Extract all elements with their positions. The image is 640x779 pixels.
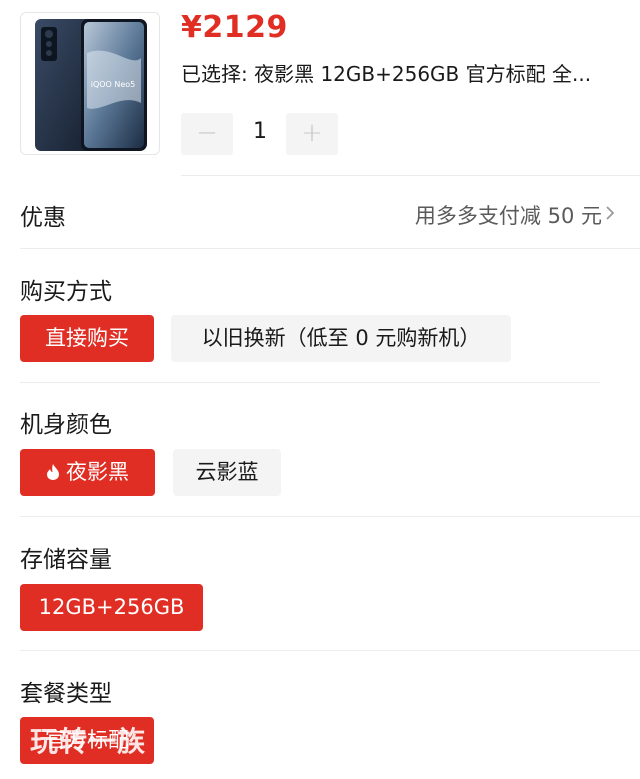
- phone-brand-text: iQOO Neo5: [91, 80, 136, 89]
- option-color-black-label: 夜影黑: [66, 460, 129, 484]
- package-title: 套餐类型: [20, 681, 112, 707]
- product-price: ¥2129: [181, 10, 288, 45]
- divider: [20, 516, 640, 517]
- flame-icon: [47, 464, 59, 480]
- chevron-right-icon: [606, 206, 615, 220]
- divider: [181, 175, 640, 176]
- storage-title: 存储容量: [20, 547, 112, 573]
- quantity-decrease-button[interactable]: −: [181, 113, 233, 155]
- purchase-method-title: 购买方式: [20, 279, 112, 305]
- option-color-blue[interactable]: 云影蓝: [173, 449, 281, 496]
- option-color-black[interactable]: 夜影黑: [20, 449, 155, 496]
- promo-label: 优惠: [20, 205, 66, 231]
- quantity-value[interactable]: 1: [245, 119, 275, 144]
- quantity-increase-button[interactable]: +: [286, 113, 338, 155]
- product-thumbnail[interactable]: iQOO Neo5: [20, 12, 160, 155]
- option-storage-12-256[interactable]: 12GB+256GB: [20, 584, 203, 631]
- promo-value: 用多多支付减 50 元: [414, 204, 602, 228]
- option-trade-in[interactable]: 以旧换新（低至 0 元购新机）: [171, 315, 511, 362]
- phone-image: iQOO Neo5: [35, 19, 147, 151]
- option-package-official[interactable]: 官方标配: [20, 717, 154, 764]
- divider: [20, 248, 640, 249]
- selected-spec-summary: 已选择: 夜影黑 12GB+256GB 官方标配 全...: [181, 62, 592, 86]
- divider: [20, 382, 600, 383]
- divider: [20, 650, 640, 651]
- color-title: 机身颜色: [20, 412, 112, 438]
- option-direct-buy[interactable]: 直接购买: [20, 315, 154, 362]
